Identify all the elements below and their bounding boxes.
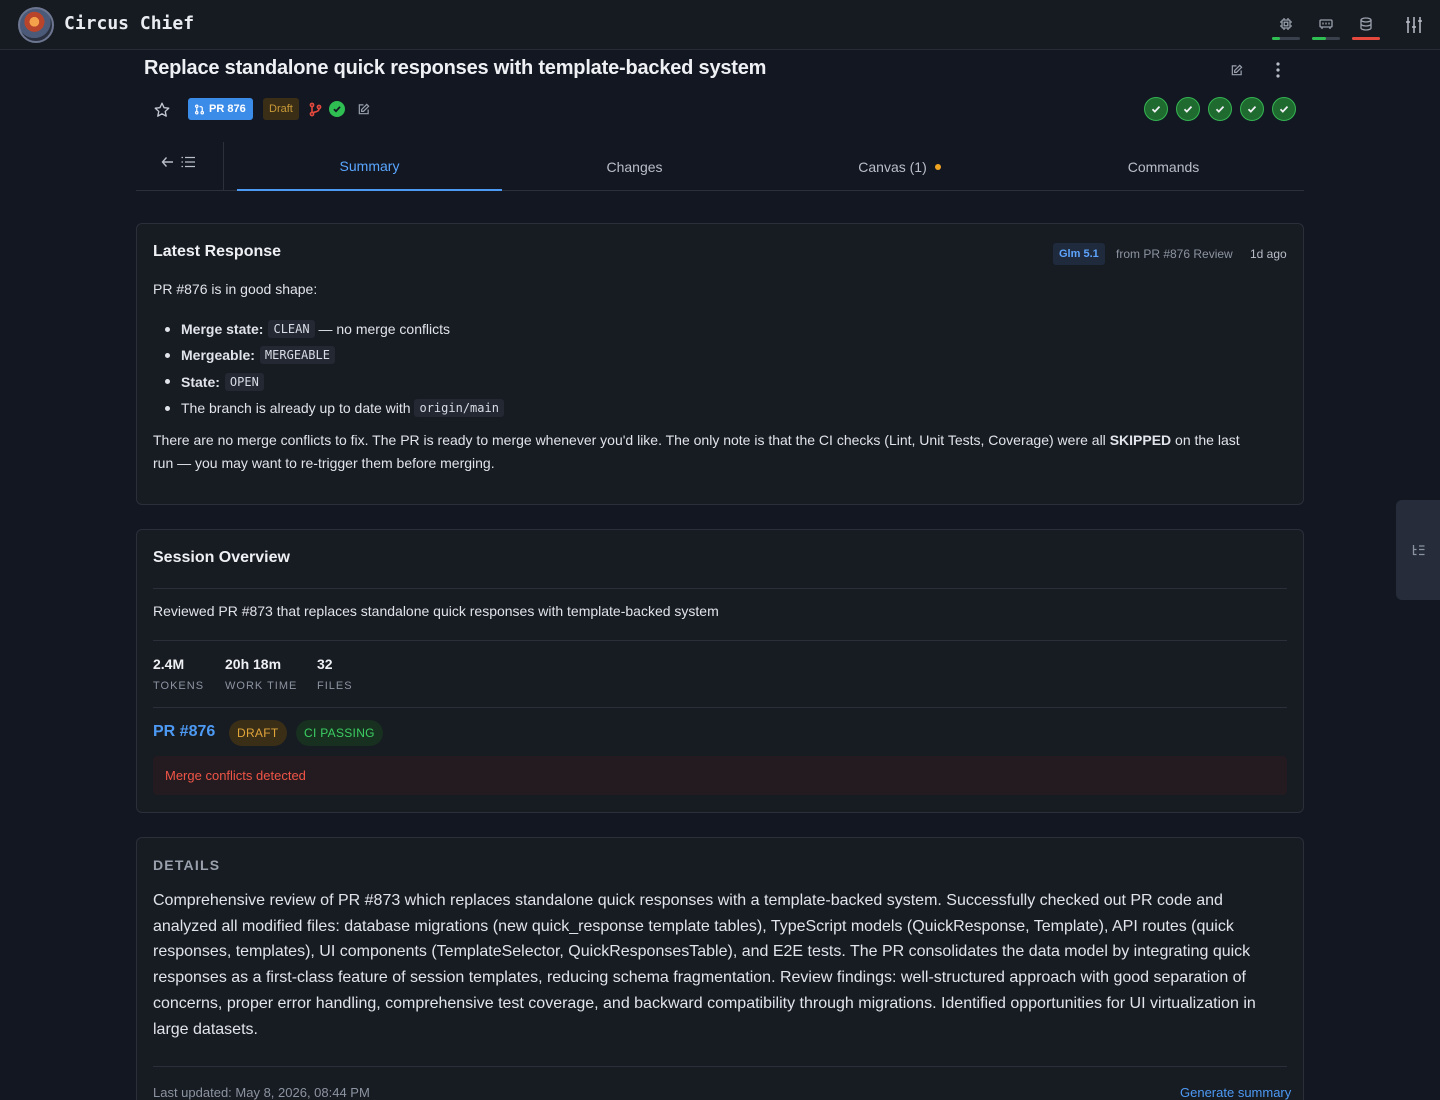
pr-badge-label: PR 876 (209, 103, 246, 115)
edit-icon[interactable] (356, 102, 370, 116)
edit-title-icon[interactable] (1228, 62, 1244, 78)
unread-dot (934, 163, 941, 170)
page-title: Replace standalone quick responses with … (144, 57, 767, 79)
disk-icon[interactable] (1352, 12, 1380, 40)
settings-sliders-icon[interactable] (1400, 13, 1428, 37)
check-status-icon[interactable] (1176, 97, 1200, 121)
model-badge: Glm 5.1 (1053, 243, 1105, 265)
tab-commands[interactable]: Commands (1032, 142, 1295, 191)
stat-files-label: FILES (317, 680, 353, 692)
divider (153, 1066, 1287, 1067)
check-status-icon[interactable] (1144, 97, 1168, 121)
list-item: Merge state: CLEAN — no merge conflicts (165, 316, 504, 342)
tab-summary[interactable]: Summary (237, 142, 502, 191)
merge-conflict-icon[interactable] (307, 100, 323, 118)
response-time: 1d ago (1250, 247, 1287, 261)
merge-conflict-warning: Merge conflicts detected (153, 756, 1287, 795)
memory-icon[interactable] (1312, 12, 1340, 40)
check-status-icon[interactable] (1208, 97, 1232, 121)
list-item: State: OPEN (165, 369, 504, 395)
last-updated: Last updated: May 8, 2026, 08:44 PM (153, 1085, 370, 1100)
response-paragraph: There are no merge conflicts to fix. The… (153, 432, 1240, 471)
list-item: The branch is already up to date with or… (165, 395, 504, 421)
draft-badge: Draft (263, 98, 299, 120)
tab-canvas-label: Canvas (1) (858, 158, 927, 175)
more-menu-icon[interactable] (1270, 61, 1286, 79)
ci-passing-icon[interactable] (329, 101, 345, 117)
session-summary: Reviewed PR #873 that replaces standalon… (153, 603, 719, 619)
latest-response-title: Latest Response (153, 243, 282, 260)
tab-canvas[interactable]: Canvas (1) (767, 142, 1032, 191)
check-status-icon[interactable] (1240, 97, 1264, 121)
star-icon[interactable] (152, 100, 172, 120)
response-source: from PR #876 Review (1116, 247, 1233, 261)
pr-link[interactable]: PR #876 (153, 723, 215, 741)
stat-worktime-value: 20h 18m (225, 656, 282, 672)
tab-changes[interactable]: Changes (502, 142, 767, 191)
latest-response-card: Latest Response Glm 5.1 from PR #876 Rev… (136, 223, 1304, 505)
details-title: DETAILS (153, 857, 221, 873)
response-intro: PR #876 is in good shape: (153, 281, 318, 297)
check-status-icon[interactable] (1272, 97, 1296, 121)
tab-controls (136, 142, 224, 190)
stat-files-value: 32 (317, 656, 333, 672)
list-item: Mergeable: MERGEABLE (165, 342, 504, 368)
stat-worktime-label: WORK TIME (225, 680, 298, 692)
cpu-icon[interactable] (1272, 12, 1300, 40)
tab-bar: Summary Changes Canvas (1) Commands (136, 142, 1304, 191)
stat-tokens-label: TOKENS (153, 680, 205, 692)
tree-list-icon (1412, 545, 1424, 556)
list-icon[interactable] (180, 155, 196, 169)
details-body: Comprehensive review of PR #873 which re… (153, 892, 1256, 1038)
response-bullets: Merge state: CLEAN — no merge conflicts M… (165, 316, 504, 421)
generate-summary-link[interactable]: Generate summary (1180, 1085, 1291, 1100)
session-overview-card: Session Overview Reviewed PR #873 that r… (136, 529, 1304, 813)
ci-passing-pill: CI PASSING (296, 720, 383, 746)
session-overview-title: Session Overview (153, 549, 290, 566)
app-title[interactable]: Circus Chief (64, 13, 194, 34)
pull-request-icon (194, 104, 205, 114)
divider (153, 640, 1287, 641)
details-card: DETAILS Comprehensive review of PR #873 … (136, 837, 1304, 1100)
divider (153, 588, 1287, 589)
side-panel-toggle[interactable] (1396, 500, 1440, 600)
divider (153, 707, 1287, 708)
stat-tokens-value: 2.4M (153, 656, 185, 672)
top-bar: Circus Chief (0, 0, 1440, 50)
pr-badge[interactable]: PR 876 (188, 98, 253, 120)
back-arrow-icon[interactable] (160, 155, 174, 169)
app-logo[interactable] (18, 7, 54, 43)
draft-pill: DRAFT (229, 720, 287, 746)
